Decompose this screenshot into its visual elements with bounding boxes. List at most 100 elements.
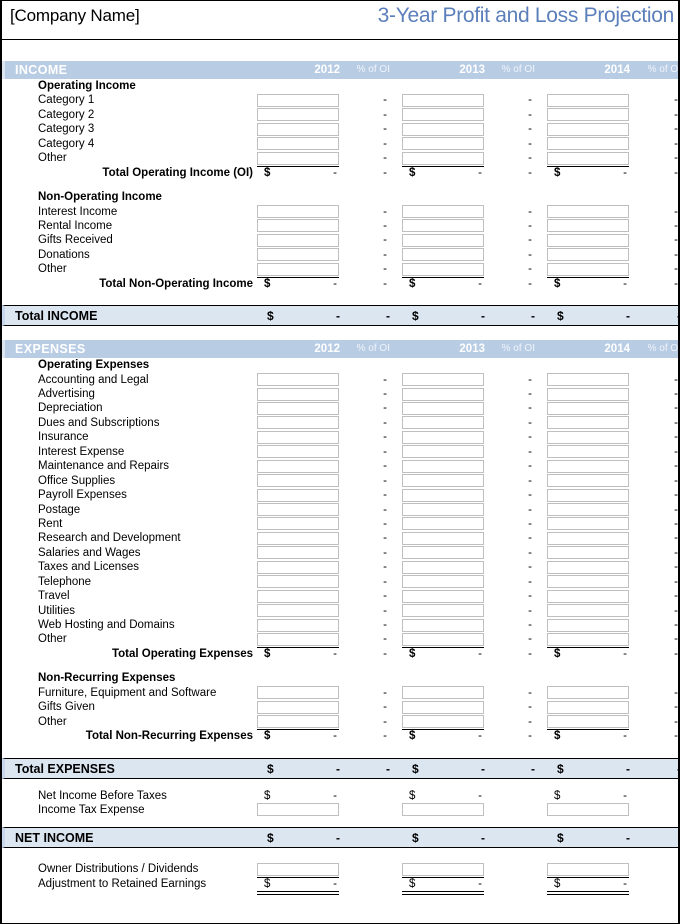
amount-input-2014[interactable] bbox=[547, 474, 629, 488]
amount-input-2012[interactable] bbox=[257, 589, 339, 603]
amount-input-2012[interactable] bbox=[257, 503, 339, 516]
amount-input-2014[interactable] bbox=[547, 604, 629, 618]
amount-input-2014[interactable] bbox=[547, 430, 629, 444]
amount-input-2012[interactable] bbox=[257, 700, 339, 714]
amount-input-2013[interactable] bbox=[402, 416, 484, 430]
amount-input-2012[interactable] bbox=[257, 632, 339, 646]
amount-input-2013[interactable] bbox=[402, 503, 484, 516]
amount-input-2012[interactable] bbox=[257, 401, 339, 415]
amount-input-2014[interactable] bbox=[547, 122, 629, 136]
amount-input-2014[interactable] bbox=[547, 575, 629, 589]
amount-input-2014[interactable] bbox=[547, 686, 629, 700]
amount-input-2012[interactable] bbox=[257, 151, 339, 165]
amount-input-2014[interactable] bbox=[547, 137, 629, 151]
amount-input-2014[interactable] bbox=[547, 459, 629, 473]
amount-input-2012[interactable] bbox=[257, 618, 339, 632]
amount-input-2012[interactable] bbox=[257, 262, 339, 276]
amount-input-2014[interactable] bbox=[547, 632, 629, 646]
amount-input-2014[interactable] bbox=[547, 517, 629, 531]
amount-input-2012[interactable] bbox=[257, 459, 339, 473]
amount-input-2013[interactable] bbox=[402, 137, 484, 151]
owner-distributions-input-2014[interactable] bbox=[547, 862, 629, 876]
owner-distributions-input-2012[interactable] bbox=[257, 862, 339, 876]
amount-input-2014[interactable] bbox=[547, 700, 629, 714]
amount-input-2012[interactable] bbox=[257, 604, 339, 618]
amount-input-2014[interactable] bbox=[547, 151, 629, 165]
amount-input-2013[interactable] bbox=[402, 205, 484, 218]
amount-input-2014[interactable] bbox=[547, 618, 629, 632]
amount-input-2014[interactable] bbox=[547, 531, 629, 545]
amount-input-2013[interactable] bbox=[402, 233, 484, 247]
amount-input-2013[interactable] bbox=[402, 517, 484, 531]
amount-input-2012[interactable] bbox=[257, 517, 339, 531]
amount-input-2014[interactable] bbox=[547, 546, 629, 560]
amount-input-2013[interactable] bbox=[402, 401, 484, 415]
amount-input-2014[interactable] bbox=[547, 93, 629, 107]
amount-input-2012[interactable] bbox=[257, 560, 339, 574]
amount-input-2013[interactable] bbox=[402, 589, 484, 603]
amount-input-2013[interactable] bbox=[402, 604, 484, 618]
amount-input-2012[interactable] bbox=[257, 219, 339, 233]
amount-input-2014[interactable] bbox=[547, 401, 629, 415]
amount-input-2014[interactable] bbox=[547, 416, 629, 430]
amount-input-2012[interactable] bbox=[257, 205, 339, 218]
amount-input-2012[interactable] bbox=[257, 416, 339, 430]
owner-distributions-input-2013[interactable] bbox=[402, 862, 484, 876]
amount-input-2013[interactable] bbox=[402, 546, 484, 560]
amount-input-2013[interactable] bbox=[402, 262, 484, 276]
amount-input-2013[interactable] bbox=[402, 459, 484, 473]
amount-input-2012[interactable] bbox=[257, 575, 339, 589]
income-tax-input-2014[interactable] bbox=[547, 803, 629, 817]
company-name-field[interactable]: [Company Name] bbox=[10, 6, 140, 26]
amount-input-2013[interactable] bbox=[402, 632, 484, 646]
amount-input-2014[interactable] bbox=[547, 560, 629, 574]
amount-input-2013[interactable] bbox=[402, 575, 484, 589]
amount-input-2014[interactable] bbox=[547, 108, 629, 122]
amount-input-2012[interactable] bbox=[257, 373, 339, 387]
amount-input-2014[interactable] bbox=[547, 248, 629, 262]
amount-input-2013[interactable] bbox=[402, 686, 484, 700]
amount-input-2013[interactable] bbox=[402, 108, 484, 122]
amount-input-2012[interactable] bbox=[257, 686, 339, 700]
amount-input-2012[interactable] bbox=[257, 488, 339, 502]
amount-input-2012[interactable] bbox=[257, 122, 339, 136]
amount-input-2014[interactable] bbox=[547, 262, 629, 276]
amount-input-2013[interactable] bbox=[402, 430, 484, 444]
amount-input-2013[interactable] bbox=[402, 618, 484, 632]
amount-input-2013[interactable] bbox=[402, 531, 484, 545]
amount-input-2013[interactable] bbox=[402, 445, 484, 459]
income-tax-input-2013[interactable] bbox=[402, 803, 484, 817]
amount-input-2014[interactable] bbox=[547, 387, 629, 401]
amount-input-2013[interactable] bbox=[402, 560, 484, 574]
amount-input-2012[interactable] bbox=[257, 715, 339, 729]
amount-input-2012[interactable] bbox=[257, 93, 339, 107]
amount-input-2013[interactable] bbox=[402, 715, 484, 729]
amount-input-2012[interactable] bbox=[257, 248, 339, 262]
amount-input-2014[interactable] bbox=[547, 715, 629, 729]
amount-input-2014[interactable] bbox=[547, 219, 629, 233]
amount-input-2013[interactable] bbox=[402, 474, 484, 488]
amount-input-2013[interactable] bbox=[402, 373, 484, 387]
amount-input-2014[interactable] bbox=[547, 503, 629, 516]
amount-input-2014[interactable] bbox=[547, 233, 629, 247]
amount-input-2013[interactable] bbox=[402, 488, 484, 502]
amount-input-2014[interactable] bbox=[547, 488, 629, 502]
amount-input-2013[interactable] bbox=[402, 387, 484, 401]
amount-input-2014[interactable] bbox=[547, 373, 629, 387]
income-tax-input-2012[interactable] bbox=[257, 803, 339, 817]
amount-input-2014[interactable] bbox=[547, 205, 629, 218]
amount-input-2012[interactable] bbox=[257, 531, 339, 545]
amount-input-2014[interactable] bbox=[547, 445, 629, 459]
amount-input-2012[interactable] bbox=[257, 137, 339, 151]
amount-input-2012[interactable] bbox=[257, 108, 339, 122]
amount-input-2013[interactable] bbox=[402, 151, 484, 165]
amount-input-2013[interactable] bbox=[402, 122, 484, 136]
amount-input-2013[interactable] bbox=[402, 700, 484, 714]
amount-input-2012[interactable] bbox=[257, 387, 339, 401]
amount-input-2013[interactable] bbox=[402, 219, 484, 233]
amount-input-2012[interactable] bbox=[257, 474, 339, 488]
amount-input-2014[interactable] bbox=[547, 589, 629, 603]
amount-input-2012[interactable] bbox=[257, 430, 339, 444]
amount-input-2012[interactable] bbox=[257, 445, 339, 459]
amount-input-2012[interactable] bbox=[257, 546, 339, 560]
